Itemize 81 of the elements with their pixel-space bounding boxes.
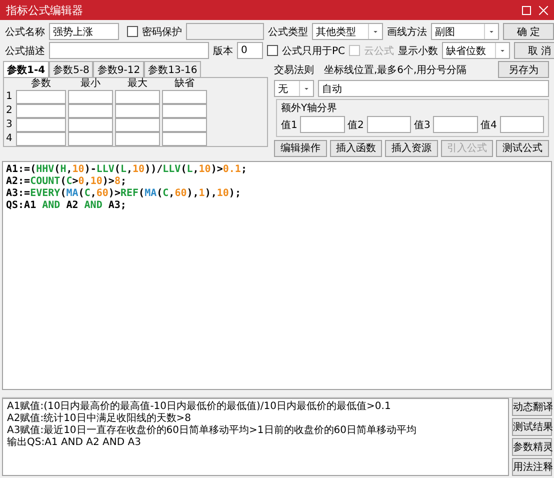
row-number: 1	[6, 90, 14, 104]
param-tab[interactable]: 参数1-4	[3, 61, 50, 78]
side-button[interactable]: 动态翻译	[512, 398, 552, 416]
param-input[interactable]	[68, 132, 113, 146]
translation-line: A2赋值:统计10日中满足收阳线的天数>8	[7, 414, 192, 424]
param-input[interactable]	[16, 104, 66, 118]
cancel-button[interactable]: 取 消	[514, 42, 554, 60]
bound-field[interactable]	[433, 116, 478, 134]
checkbox[interactable]	[267, 45, 278, 56]
field-label: 交易法则	[274, 64, 314, 77]
code-line: QS:A1 AND A2 AND A3;	[6, 200, 128, 212]
checkbox[interactable]	[127, 26, 138, 38]
bound-field[interactable]	[366, 116, 411, 134]
field-label: 值3	[414, 118, 430, 132]
field-label: 画线方法	[387, 26, 427, 39]
code-line: A1:=(HHV(H,10)-LLV(L,10))/LLV(L,10)>0.1;	[6, 164, 248, 176]
param-input[interactable]	[115, 118, 160, 132]
row-number: 3	[6, 118, 14, 132]
action-button[interactable]: 编辑操作	[274, 140, 327, 157]
description-field[interactable]	[49, 42, 209, 60]
window-title: 指标公式编辑器	[6, 2, 83, 18]
param-input[interactable]	[68, 90, 113, 104]
column-header: 缺省	[174, 78, 196, 90]
param-tab[interactable]: 参数5-8	[49, 61, 94, 78]
param-input[interactable]	[68, 118, 113, 132]
checkbox-label: 密码保护	[142, 26, 182, 39]
param-input[interactable]	[162, 132, 207, 146]
checkbox-label: 公式只用于PC	[282, 44, 346, 58]
translation-line: A1赋值:(10日内最高价的最高值-10日内最低价的最低值)/10日内最低价的最低值>0.1	[7, 402, 392, 412]
param-input[interactable]	[115, 104, 160, 118]
translation-line: A3赋值:最近10日一直存在收盘价的60日简单移动平均>1日前的收盘价的60日简单移动平均	[7, 426, 418, 436]
field-label: 坐标线位置,最多6个,用分号分隔	[324, 64, 468, 77]
field-label: 值2	[348, 118, 364, 132]
type-select[interactable]: 其他类型	[312, 23, 383, 40]
param-input[interactable]	[162, 90, 207, 104]
param-input[interactable]	[162, 104, 207, 118]
field-label: 公式类型	[268, 26, 308, 39]
maximize-icon[interactable]	[522, 6, 531, 14]
field-label: 公式名称	[5, 26, 45, 39]
checkbox-label: 云公式	[364, 44, 394, 58]
param-input[interactable]	[16, 90, 66, 104]
field-label: 显示小数	[398, 44, 438, 58]
param-input[interactable]	[162, 118, 207, 132]
row-number: 2	[6, 104, 14, 118]
ok-button[interactable]: 确 定	[503, 23, 554, 40]
action-button[interactable]: 插入资源	[385, 140, 438, 157]
axis-field[interactable]: 自动	[318, 80, 549, 98]
param-input[interactable]	[68, 104, 113, 118]
code-line: A3:=EVERY(MA(C,60)>REF(MA(C,60),1),10);	[6, 188, 242, 200]
draw-select[interactable]: 副图	[431, 23, 499, 40]
field-label: 值4	[480, 118, 497, 132]
save-as-button[interactable]: 另存为	[498, 61, 549, 78]
column-header: 参数	[30, 78, 52, 90]
trade-rule-select[interactable]: 无	[274, 80, 314, 98]
version-field[interactable]: 0	[237, 42, 263, 60]
bound-field[interactable]	[300, 116, 344, 134]
row-number: 4	[6, 132, 14, 146]
column-header: 最大	[126, 78, 148, 90]
code-editor[interactable]: A1:=(HHV(H,10)-LLV(L,10))/LLV(L,10)>0.1; A2:=COUNT(C>0,10)>8; A3:=EVERY(MA(C,60)>REF(MA(C,60),1),10); QS:A1 AND A2 AND A3;	[2, 161, 552, 390]
group-title: 额外Y轴分界	[281, 102, 338, 116]
column-header: 最小	[80, 78, 102, 90]
translation-line: 输出QS:A1 AND A2 AND A3	[7, 438, 142, 448]
decimals-select[interactable]: 缺省位数	[442, 42, 510, 60]
side-button[interactable]: 参数精灵	[512, 438, 552, 456]
param-input[interactable]	[115, 90, 160, 104]
field-label: 值1	[281, 118, 298, 132]
param-input[interactable]	[115, 132, 160, 146]
field-label: 公式描述	[5, 44, 45, 58]
close-icon[interactable]	[539, 6, 548, 14]
side-button[interactable]: 用法注释	[512, 458, 552, 476]
param-input[interactable]	[16, 132, 66, 146]
side-button[interactable]: 测试结果	[512, 418, 552, 436]
action-button[interactable]: 插入函数	[330, 140, 382, 157]
bound-field[interactable]	[500, 116, 544, 134]
field-label: 版本	[213, 44, 233, 58]
param-tab[interactable]: 参数9-12	[93, 61, 144, 78]
name-field[interactable]: 强势上涨	[49, 23, 119, 40]
code-line: A2:=COUNT(C>0,10)>8;	[6, 176, 128, 188]
action-button[interactable]: 测试公式	[496, 140, 549, 157]
param-input[interactable]	[16, 118, 66, 132]
param-tab[interactable]: 参数13-16	[144, 61, 202, 78]
